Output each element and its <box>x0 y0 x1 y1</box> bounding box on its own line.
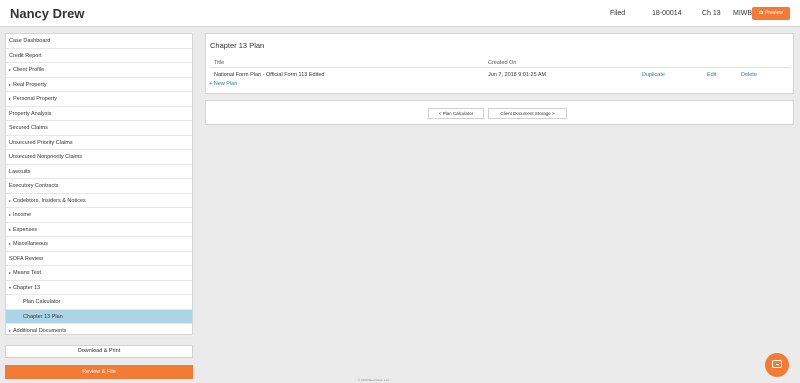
sidebar-item-label: Chapter 13 Plan <box>23 313 63 320</box>
caret-right-icon: ▸ <box>9 241 12 246</box>
sidebar-item-label: Income <box>13 212 32 218</box>
sidebar-item-client-profile[interactable]: ▸ Client Profile <box>6 63 192 78</box>
district-label: MIWB <box>733 10 753 17</box>
preview-button[interactable]: Preview <box>752 7 790 20</box>
sidebar-item-chapter-13[interactable]: ▾ Chapter 13 <box>6 281 192 295</box>
sidebar-item-label: Plan Calculator <box>23 299 61 305</box>
case-number: 18-00014 <box>652 10 682 17</box>
edit-link[interactable]: Edit <box>707 72 716 78</box>
page-title: Chapter 13 Plan <box>210 41 265 50</box>
duplicate-link[interactable]: Duplicate <box>642 72 665 78</box>
caret-right-icon: ▸ <box>9 81 12 87</box>
sidebar-item-codebtors[interactable]: ▸ Codebtors, Insiders & Notices <box>6 194 192 208</box>
caret-right-icon: ▸ <box>9 96 12 101</box>
sidebar-item-plan-calculator[interactable]: Plan Calculator <box>6 295 192 310</box>
sidebar-item-lawsuits[interactable]: Lawsuits <box>6 165 192 179</box>
caret-right-icon: ▸ <box>9 212 12 217</box>
client-name: Nancy Drew <box>10 6 85 21</box>
sidebar-item-label: Executory Contracts <box>9 183 59 189</box>
chat-button[interactable] <box>765 353 789 377</box>
sidebar-item-label: Expenses <box>13 226 38 233</box>
sidebar-item-real-property[interactable]: ▸ Real Property <box>6 78 192 92</box>
sidebar-item-label: Personal Property <box>13 96 58 102</box>
caret-right-icon: ▸ <box>9 67 12 72</box>
sidebar-item-label: Case Dashboard <box>9 38 51 44</box>
sidebar-item-property-analysis[interactable]: Property Analysis <box>6 107 192 121</box>
sidebar-item-income[interactable]: ▸ Income <box>6 208 192 223</box>
sidebar-nav: Case Dashboard Credit Report ▸ Client Pro… <box>5 33 193 339</box>
sidebar-item-label: Unsecured Priority Claims <box>9 139 73 146</box>
sidebar-item-label: Codebtors, Insiders & Notices <box>13 197 86 204</box>
next-document-storage-button[interactable]: Client Document Storage > <box>488 108 567 119</box>
sidebar-item-case-dashboard[interactable]: Case Dashboard <box>6 34 192 49</box>
sidebar-item-means-test[interactable]: ▸ Means Test <box>6 266 192 281</box>
column-header-title: Title <box>214 60 225 66</box>
sidebar-item-secured-claims[interactable]: Secured Claims <box>6 121 192 136</box>
sidebar-item-expenses[interactable]: ▸ Expenses <box>6 223 192 237</box>
prev-plan-calculator-button[interactable]: < Plan Calculator <box>428 108 484 119</box>
chapter-label: Ch 13 <box>702 10 721 17</box>
sidebar-item-chapter-13-plan[interactable]: Chapter 13 Plan <box>6 309 192 324</box>
sidebar-item-label: Additional Documents <box>13 328 67 334</box>
sidebar-item-executory-contracts[interactable]: Executory Contracts <box>6 179 192 194</box>
sidebar-item-label: Property Analysis <box>9 110 52 117</box>
caret-down-icon: ▾ <box>9 284 12 290</box>
footer-copyright: © 2018 Best Case, LLC <box>358 378 390 382</box>
sidebar-item-additional-documents[interactable]: ▸ Additional Documents <box>6 324 192 339</box>
sidebar-item-label: Chapter 13 <box>13 284 41 291</box>
sidebar-item-miscellaneous[interactable]: ▸ Miscellaneous <box>6 237 192 252</box>
sidebar-item-label: Lawsuits <box>9 168 31 175</box>
preview-label: Preview <box>765 10 783 16</box>
sidebar-item-label: Real Property <box>13 81 47 88</box>
sidebar-item-unsecured-nonpriority[interactable]: Unsecured Nonpriority Claims <box>6 150 192 165</box>
caret-right-icon: ▸ <box>9 226 12 232</box>
sidebar-item-label: SOFA Review <box>9 255 43 262</box>
sidebar-item-label: Miscellaneous <box>13 241 48 247</box>
review-file-button[interactable]: Review & File <box>5 365 193 379</box>
sidebar-item-label: Client Profile <box>13 67 45 73</box>
top-bar: Nancy Drew Filed 18-00014 Ch 13 MIWB Pre… <box>0 0 800 27</box>
sidebar-item-unsecured-priority[interactable]: Unsecured Priority Claims <box>6 136 192 150</box>
sidebar-item-label: Means Test <box>13 270 42 276</box>
chat-bubble-icon <box>772 360 782 368</box>
sidebar-item-credit-report[interactable]: Credit Report <box>6 49 192 63</box>
sidebar-item-personal-property[interactable]: ▸ Personal Property <box>6 92 192 107</box>
caret-right-icon: ▸ <box>9 197 12 203</box>
column-header-created: Created On <box>488 60 517 66</box>
sidebar-item-label: Credit Report <box>9 52 42 59</box>
delete-link[interactable]: Delete <box>741 72 757 78</box>
new-plan-link[interactable]: + New Plan <box>209 81 237 87</box>
caret-right-icon: ▸ <box>9 328 12 333</box>
filed-label: Filed <box>610 10 626 17</box>
download-print-button[interactable]: Download & Print <box>5 345 193 358</box>
plans-panel: Chapter 13 Plan Title Created On Nationa… <box>205 33 794 94</box>
sidebar-item-label: Unsecured Nonpriority Claims <box>9 154 83 160</box>
table-divider <box>210 67 791 68</box>
sidebar-item-sofa-review[interactable]: SOFA Review <box>6 252 192 266</box>
document-icon <box>759 11 764 15</box>
navigation-panel: < Plan Calculator Client Document Storag… <box>205 100 794 125</box>
sidebar-item-label: Secured Claims <box>9 125 48 131</box>
plan-title-cell: National Form Plan - Official Form 113 E… <box>214 72 325 78</box>
plan-created-cell: Jun 7, 2018 9:01:25 AM <box>488 72 547 78</box>
caret-right-icon: ▸ <box>9 270 12 275</box>
